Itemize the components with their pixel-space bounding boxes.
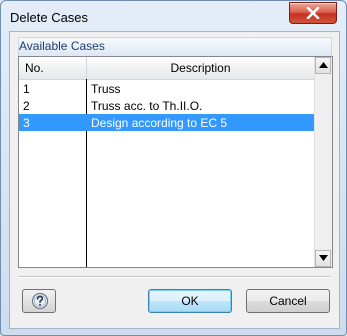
cell-no: 1 [23, 82, 30, 96]
table-row[interactable]: 2 Truss acc. to Th.II.O. [19, 97, 314, 114]
scroll-down-button[interactable] [315, 250, 331, 267]
cell-no: 2 [23, 99, 30, 113]
window-title: Delete Cases [10, 10, 89, 25]
help-icon [31, 292, 49, 310]
cell-description: Design according to EC 5 [91, 116, 228, 130]
close-icon [306, 7, 320, 19]
cases-list[interactable]: No. Description 1 Truss 2 Truss acc. to … [18, 56, 333, 268]
help-button[interactable] [22, 289, 56, 313]
ok-button[interactable]: OK [148, 289, 232, 313]
arrow-up-icon [319, 62, 328, 68]
close-button[interactable] [289, 2, 337, 24]
cancel-button[interactable]: Cancel [246, 289, 330, 313]
group-title: Available Cases [19, 39, 105, 53]
scroll-up-button[interactable] [315, 57, 331, 74]
column-header-description[interactable]: Description [87, 61, 314, 75]
table-row-selected[interactable]: 3 Design according to EC 5 [19, 114, 314, 131]
cell-description: Truss acc. to Th.II.O. [91, 99, 203, 113]
table-row[interactable]: 1 Truss [19, 80, 314, 97]
column-header-no[interactable]: No. [25, 61, 44, 75]
cell-description: Truss [91, 82, 121, 96]
group-header: Available Cases [18, 37, 332, 56]
divider [18, 276, 331, 278]
vertical-scrollbar[interactable] [314, 57, 332, 267]
dialog-body: Available Cases No. Description 1 Truss … [9, 31, 340, 329]
dialog-window: Delete Cases Available Cases No. Descrip… [0, 0, 347, 336]
list-header: No. Description [19, 57, 314, 80]
arrow-down-icon [319, 255, 328, 261]
cell-no: 3 [23, 116, 30, 130]
